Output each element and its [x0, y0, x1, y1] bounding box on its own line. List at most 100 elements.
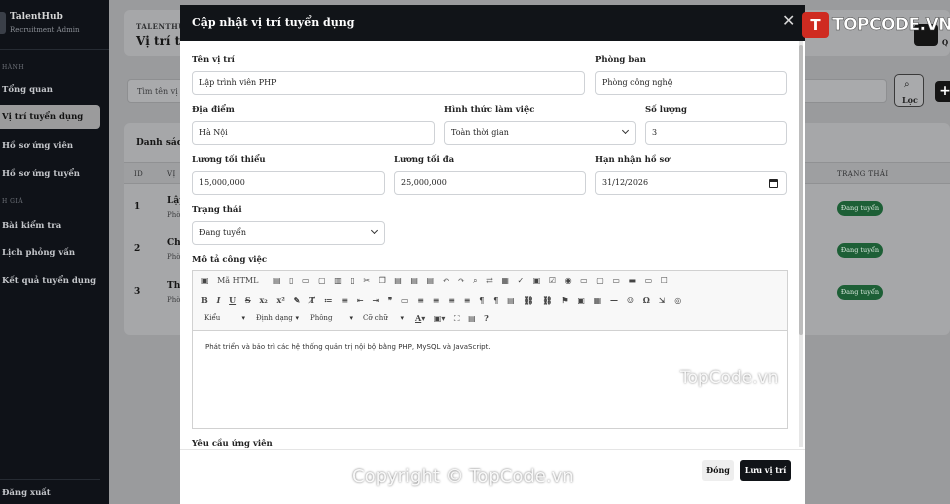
textfield-icon[interactable]: ▭ [580, 276, 588, 285]
source-button[interactable]: ▣ Mã HTML [201, 276, 264, 285]
styles-combo[interactable]: Kiểu [201, 311, 247, 325]
align-center-icon[interactable]: ≡ [433, 295, 440, 305]
subscript-icon[interactable]: x₂ [259, 295, 267, 305]
print-icon[interactable]: ▥ [334, 276, 342, 285]
sidebar-item-candidates[interactable]: Hồ sơ ứng viên [2, 141, 73, 151]
language-icon[interactable]: ▤ [507, 295, 515, 305]
show-blocks-icon[interactable]: ▤ [468, 314, 476, 323]
filter-label: Lọc [902, 95, 918, 105]
justify-icon[interactable]: ≡ [464, 295, 471, 305]
sidebar-item-results[interactable]: Kết quả tuyển dụng [2, 276, 96, 286]
iframe-icon[interactable]: ◎ [674, 295, 681, 305]
smiley-icon[interactable]: ☺ [627, 295, 634, 305]
filter-button[interactable]: ⌕ Lọc [894, 74, 924, 107]
align-right-icon[interactable]: ≡ [448, 295, 455, 305]
maximize-icon[interactable]: ⛶ [454, 314, 460, 324]
location-input[interactable]: Hà Nội [192, 121, 435, 145]
textarea-icon[interactable]: ▢ [596, 276, 604, 285]
ltr-icon[interactable]: ¶ [479, 295, 484, 305]
bullet-list-icon[interactable]: ≡ [341, 295, 348, 305]
salary-min-input[interactable]: 15,000,000 [192, 171, 385, 195]
copy-icon[interactable]: ❐ [379, 276, 386, 285]
bold-icon[interactable]: B [201, 295, 208, 305]
remove-format-icon[interactable]: T̸ [309, 295, 315, 305]
document-icon[interactable]: ▯ [350, 276, 354, 285]
form-icon[interactable]: ▣ [533, 276, 541, 285]
align-left-icon[interactable]: ≡ [417, 295, 424, 305]
select-all-icon[interactable]: ▦ [501, 276, 509, 285]
add-position-button[interactable]: + [935, 81, 950, 102]
superscript-icon[interactable]: x² [277, 295, 285, 305]
unlink-icon[interactable]: ⛓ [542, 295, 552, 305]
find-icon[interactable]: ⌕ [473, 276, 477, 286]
pagebreak-icon[interactable]: ⇲ [659, 295, 666, 305]
numbered-list-icon[interactable]: ≔ [324, 295, 333, 305]
sidebar-item-interviews[interactable]: Lịch phỏng vấn [2, 248, 75, 258]
image-button-icon[interactable]: ▭ [645, 276, 653, 285]
col-position: VỊ [167, 170, 176, 178]
rtl-icon[interactable]: ¶ [493, 295, 498, 305]
anchor-icon[interactable]: ⚑ [561, 295, 568, 305]
cut-icon[interactable]: ✂ [363, 276, 370, 285]
save-icon[interactable]: ▤ [273, 276, 281, 285]
bg-color-icon[interactable]: ▣▾ [434, 314, 446, 323]
preview-icon[interactable]: ▢ [318, 276, 326, 285]
deadline-input[interactable]: 31/12/2026 [595, 171, 787, 195]
salary-max-input[interactable]: 25,000,000 [394, 171, 586, 195]
sidebar-divider [0, 49, 109, 50]
description-editor[interactable]: ▣ Mã HTML ▤ ▯ ▭ ▢ ▥ ▯ ✂ ❐ ▤ ▤ ▤ ↶ ↷ ⌕ ⇄ … [192, 270, 788, 429]
button-icon[interactable]: ▬ [628, 276, 636, 285]
template-icon[interactable]: ▭ [302, 276, 310, 285]
status-select[interactable]: Đang tuyển [192, 221, 385, 245]
image-icon[interactable]: ▣ [577, 295, 585, 305]
blockquote-icon[interactable]: ❞ [388, 295, 392, 305]
paste-icon[interactable]: ▤ [394, 276, 402, 285]
font-combo[interactable]: Phông [307, 311, 355, 325]
sidebar-item-overview[interactable]: Tổng quan [2, 85, 53, 95]
paste-word-icon[interactable]: ▤ [427, 276, 435, 285]
salary-min-label: Lương tối thiểu [192, 155, 266, 165]
editor-content[interactable]: Phát triển và bảo trì các hệ thống quản … [205, 343, 491, 351]
close-icon[interactable]: ✕ [782, 13, 795, 29]
logout-label: Đăng xuất [2, 488, 51, 498]
checkbox-icon[interactable]: ☑ [549, 276, 556, 285]
worktype-select[interactable]: Toàn thời gian [444, 121, 636, 145]
format-combo[interactable]: Định dạng [253, 311, 301, 325]
sidebar-item-applications[interactable]: Hồ sơ ứng tuyển [2, 169, 80, 179]
department-input[interactable]: Phòng công nghệ [595, 71, 787, 95]
help-icon[interactable]: ? [484, 313, 489, 323]
position-input[interactable]: Lập trình viên PHP [192, 71, 585, 95]
outdent-icon[interactable]: ⇤ [357, 295, 364, 305]
hidden-field-icon[interactable]: ☐ [661, 276, 668, 285]
brand-name: TalentHub [10, 12, 63, 22]
redo-icon[interactable]: ↷ [458, 276, 465, 285]
new-page-icon[interactable]: ▯ [289, 276, 293, 285]
select-icon[interactable]: ▭ [612, 276, 620, 285]
undo-icon[interactable]: ↶ [443, 276, 450, 285]
chevron-down-icon [370, 226, 379, 235]
link-icon[interactable]: ⛓ [523, 295, 533, 305]
special-char-icon[interactable]: Ω [643, 295, 650, 305]
paste-text-icon[interactable]: ▤ [410, 276, 418, 285]
sidebar-item-positions[interactable]: Vị trí tuyển dụng [0, 105, 100, 129]
text-color-icon[interactable]: A▾ [415, 313, 425, 323]
div-icon[interactable]: ▭ [401, 295, 409, 305]
underline-icon[interactable]: U [229, 295, 236, 305]
close-button[interactable]: Đóng [702, 460, 734, 481]
strike-icon[interactable]: S [245, 295, 251, 305]
table-icon[interactable]: ▦ [594, 295, 602, 305]
replace-icon[interactable]: ⇄ [486, 276, 493, 285]
italic-icon[interactable]: I [217, 295, 221, 305]
calendar-icon[interactable] [769, 179, 778, 188]
indent-icon[interactable]: ⇥ [372, 295, 379, 305]
save-button[interactable]: Lưu vị trí [740, 460, 791, 481]
modal-scrollbar-thumb[interactable] [799, 45, 803, 335]
copy-format-icon[interactable]: ✎ [294, 295, 301, 305]
size-combo[interactable]: Cỡ chữ [360, 311, 406, 325]
quantity-input[interactable]: 3 [645, 121, 787, 145]
spellcheck-icon[interactable]: ✓ [518, 276, 525, 285]
sidebar-item-tests[interactable]: Bài kiểm tra [2, 221, 61, 231]
logout-button[interactable]: Đăng xuất [0, 479, 100, 504]
radio-icon[interactable]: ◉ [565, 276, 572, 285]
hline-icon[interactable]: — [610, 295, 618, 305]
